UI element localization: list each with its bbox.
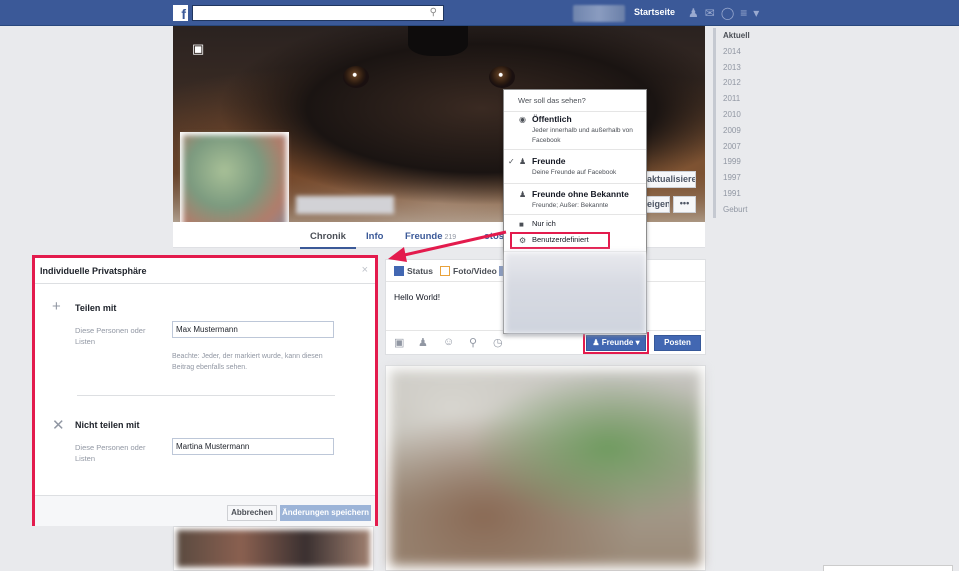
plus-icon: +	[52, 298, 61, 315]
dont-share-input[interactable]	[172, 438, 334, 455]
year-item[interactable]: 2013	[723, 60, 773, 76]
privacy-option-description: Jeder innerhalb und außerhalb von Facebo…	[532, 127, 633, 144]
location-icon[interactable]: ⚲	[469, 336, 477, 349]
feeling-icon[interactable]: ☺	[443, 336, 454, 348]
cover-image-detail	[343, 66, 369, 88]
top-navigation-bar: f ⚲ Startseite ♟✉◯≡▾	[0, 0, 959, 26]
save-changes-button[interactable]: Änderungen speichern	[280, 505, 371, 521]
year-item[interactable]: 1991	[723, 186, 773, 202]
clock-icon[interactable]: ◷	[493, 336, 503, 349]
search-icon[interactable]: ⚲	[430, 7, 437, 18]
tag-friends-icon[interactable]: ♟	[418, 336, 428, 349]
friends-icon: ♟	[519, 190, 527, 199]
share-with-label: Diese Personen oder Listen	[75, 326, 146, 346]
year-item[interactable]: 2010	[723, 107, 773, 123]
composer-text[interactable]: Hello World!	[394, 292, 440, 302]
privacy-option-title: Nur ich	[532, 219, 556, 228]
share-with-title: Teilen mit	[75, 303, 117, 313]
timeline-year-nav: Aktuell 2014 2013 2012 2011 2010 2009 20…	[713, 28, 773, 218]
friends-icon[interactable]: ♟	[688, 6, 705, 20]
globe-icon: ◉	[519, 115, 526, 124]
audience-highlight-frame	[583, 332, 649, 354]
year-item[interactable]: 2007	[723, 139, 773, 155]
dont-share-label: Diese Personen oder Listen	[75, 443, 146, 463]
update-info-button[interactable]: aktualisieren	[640, 171, 696, 188]
user-profile-link[interactable]	[573, 5, 625, 22]
cover-image-detail	[408, 26, 468, 56]
search-input[interactable]: ⚲	[192, 5, 444, 21]
cross-icon: ✕	[52, 417, 65, 434]
settings-icon[interactable]: ≡▾	[740, 6, 765, 20]
cover-image-detail	[489, 66, 515, 88]
chat-bar[interactable]	[823, 565, 953, 571]
year-item[interactable]: Geburt	[723, 202, 773, 218]
close-icon[interactable]: ×	[362, 264, 368, 276]
globe-icon[interactable]: ◯	[721, 6, 740, 20]
year-item[interactable]: 2012	[723, 75, 773, 91]
timeline-photo[interactable]	[385, 365, 706, 571]
post-button[interactable]: Posten	[654, 335, 701, 351]
privacy-dropdown-menu: Wer soll das sehen? ◉ Öffentlich Jeder i…	[503, 89, 647, 334]
privacy-option-only-me[interactable]: ■ Nur ich	[504, 219, 647, 229]
dialog-footer: Abbrechen Änderungen speichern	[35, 495, 375, 526]
nav-icons-group[interactable]: ♟✉◯≡▾	[688, 6, 765, 20]
privacy-option-title: Freunde	[532, 156, 566, 166]
lock-icon: ■	[519, 220, 524, 229]
friends-icon: ♟	[519, 157, 527, 166]
checkmark-icon: ✓	[508, 157, 515, 166]
profile-name	[296, 196, 394, 214]
share-with-note: Beachte: Jeder, der markiert wurde, kann…	[172, 353, 323, 371]
cancel-button[interactable]: Abbrechen	[227, 505, 277, 521]
tab-chronik[interactable]: Chronik	[300, 231, 356, 249]
share-with-input[interactable]	[172, 321, 334, 338]
messages-icon[interactable]: ✉	[705, 6, 721, 20]
more-options-button[interactable]: •••	[673, 196, 696, 213]
year-item[interactable]: 2011	[723, 91, 773, 107]
privacy-option-friends-except-acquaintances[interactable]: ♟ Freunde ohne Bekannte Freunde; Außer: …	[504, 189, 647, 211]
camera-icon[interactable]: ▣	[192, 41, 204, 57]
year-item[interactable]: Aktuell	[723, 28, 773, 44]
section-divider	[77, 395, 335, 396]
photos-thumbnail[interactable]	[173, 526, 374, 571]
facebook-logo[interactable]: f	[173, 5, 188, 22]
blurred-list-items	[505, 252, 646, 334]
year-item[interactable]: 1997	[723, 170, 773, 186]
camera-icon[interactable]: ▣	[394, 336, 404, 349]
privacy-option-description: Freunde; Außer: Bekannte	[532, 202, 609, 209]
privacy-option-friends[interactable]: ✓ ♟ Freunde Deine Freunde auf Facebook	[504, 156, 647, 178]
annotation-arrow	[388, 230, 507, 262]
privacy-option-description: Deine Freunde auf Facebook	[532, 169, 617, 176]
home-link[interactable]: Startseite	[634, 7, 675, 17]
dialog-header: Individuelle Privatsphäre ×	[35, 258, 375, 284]
dialog-title: Individuelle Privatsphäre	[40, 266, 147, 276]
privacy-option-public[interactable]: ◉ Öffentlich Jeder innerhalb und außerha…	[504, 114, 647, 146]
privacy-menu-header: Wer soll das sehen?	[504, 90, 646, 112]
year-item[interactable]: 2014	[723, 44, 773, 60]
privacy-option-title: Freunde ohne Bekannte	[532, 189, 629, 199]
privacy-option-title: Öffentlich	[532, 114, 572, 124]
custom-privacy-dialog: Individuelle Privatsphäre × + Teilen mit…	[32, 255, 378, 526]
year-item[interactable]: 2009	[723, 123, 773, 139]
custom-option-highlight-frame	[510, 232, 610, 249]
year-item[interactable]: 1999	[723, 154, 773, 170]
dont-share-title: Nicht teilen mit	[75, 420, 140, 430]
